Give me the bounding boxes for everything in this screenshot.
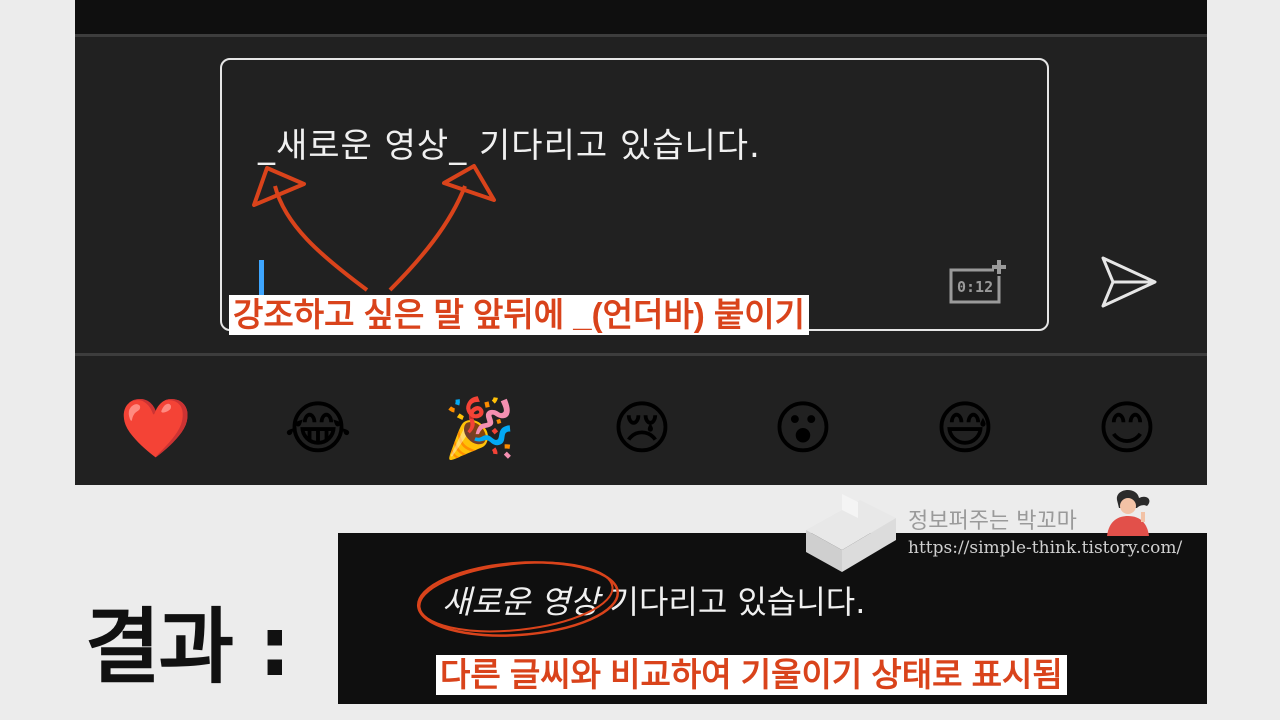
watermark-avatar-icon xyxy=(1107,489,1150,536)
top-strip xyxy=(75,0,1207,34)
quick-reactions: ❤️ 😂 🎉 😢 😮 😅 😊 xyxy=(75,388,1207,478)
divider-bottom xyxy=(75,353,1207,356)
surprised-reaction[interactable]: 😮 xyxy=(763,388,843,468)
smiling-reaction[interactable]: 😊 xyxy=(1087,388,1167,468)
watermark-url: https://simple-think.tistory.com/ xyxy=(908,538,1183,558)
regular-text: 기다리고 있습니다. xyxy=(599,583,866,621)
heart-reaction[interactable]: ❤️ xyxy=(116,388,196,468)
send-button[interactable] xyxy=(1099,254,1161,310)
comment-input-text[interactable]: _새로운 영상_ 기다리고 있습니다. xyxy=(258,118,761,167)
crying-reaction[interactable]: 😢 xyxy=(602,388,682,468)
highlight-circle xyxy=(416,561,620,637)
timestamp-label: 0:12 xyxy=(957,278,993,296)
timestamp-icon: 0:12 xyxy=(949,258,1006,304)
watermark-name: 정보퍼주는 박꼬마 xyxy=(908,509,1077,534)
tears-of-joy-reaction[interactable]: 😂 xyxy=(278,388,358,468)
comment-input[interactable]: _새로운 영상_ 기다리고 있습니다. 0:12 xyxy=(220,58,1049,331)
sweat-smile-reaction[interactable]: 😅 xyxy=(925,388,1005,468)
send-icon xyxy=(1101,256,1157,308)
divider-top xyxy=(75,34,1207,37)
add-timestamp-button[interactable]: 0:12 xyxy=(947,258,1009,306)
comment-compose-panel: _새로운 영상_ 기다리고 있습니다. 0:12 ❤️ 😂 🎉 😢 😮 😅 😊 xyxy=(75,0,1207,485)
annotation-italic-result: 다른 글씨와 비교하여 기울이기 상태로 표시됨 xyxy=(436,655,1067,695)
watermark-logo-icon xyxy=(806,494,896,572)
party-popper-reaction[interactable]: 🎉 xyxy=(440,388,520,468)
annotation-underscore-tip: 강조하고 싶은 말 앞뒤에 _(언더바) 붙이기 xyxy=(229,295,809,335)
result-label: 결과 : xyxy=(85,600,291,695)
